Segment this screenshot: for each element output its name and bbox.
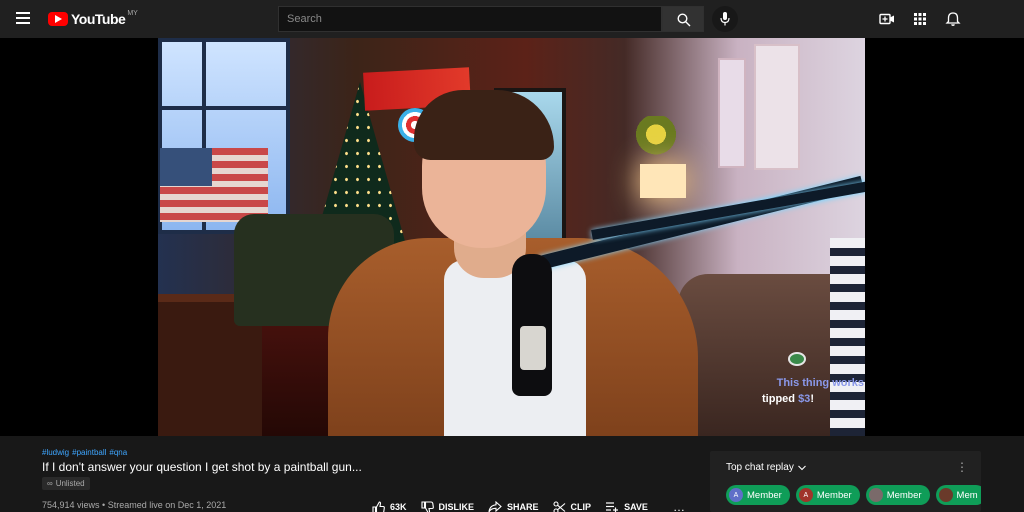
unlisted-badge: ∞ Unlisted xyxy=(42,477,90,490)
member-chip[interactable]: Member xyxy=(865,485,930,505)
youtube-play-icon xyxy=(48,12,68,26)
share-icon xyxy=(488,501,502,512)
chevron-down-icon xyxy=(797,465,806,470)
video-wall-art xyxy=(718,58,746,168)
avatar xyxy=(938,488,953,502)
chat-header-label: Top chat replay xyxy=(726,462,794,473)
chat-mode-dropdown[interactable]: Top chat replay xyxy=(726,462,806,473)
scissors-icon xyxy=(552,500,565,512)
create-video-icon[interactable] xyxy=(879,11,895,27)
overlay-tip-suffix: ! xyxy=(810,393,814,405)
hashtag-link[interactable]: #paintball xyxy=(72,448,106,457)
member-chip[interactable]: A Member xyxy=(726,485,790,505)
member-chip-label: Mem xyxy=(956,489,978,501)
member-chip[interactable]: Mem xyxy=(935,485,981,505)
avatar xyxy=(868,488,883,502)
dislike-button[interactable]: DISLIKE xyxy=(420,500,475,512)
overlay-tip-prefix: tipped xyxy=(762,393,799,405)
chat-more-icon[interactable]: ⋮ xyxy=(956,460,968,474)
link-icon: ∞ xyxy=(47,479,53,488)
video-wall-art xyxy=(754,44,800,170)
chat-replay-panel: Top chat replay ⋮ A Member A Member Memb… xyxy=(710,451,981,512)
save-label: SAVE xyxy=(624,502,648,512)
overlay-tip-amount: $3 xyxy=(798,393,811,405)
more-actions-button[interactable]: … xyxy=(673,500,685,512)
apps-grid-icon[interactable] xyxy=(912,11,928,27)
avatar: A xyxy=(798,488,813,502)
video-player[interactable]: This thing works tipped $3! xyxy=(0,38,1024,436)
overlay-message: This thing works xyxy=(776,377,864,389)
thumbs-down-icon xyxy=(420,500,434,512)
share-label: SHARE xyxy=(507,502,539,512)
dislike-label: DISLIKE xyxy=(438,502,475,512)
search-box xyxy=(278,6,662,32)
video-plant xyxy=(636,116,676,162)
logo-region: MY xyxy=(127,9,138,17)
playlist-add-icon xyxy=(606,502,619,512)
thumbs-up-icon xyxy=(372,500,385,512)
clip-label: CLIP xyxy=(570,502,592,512)
search-icon xyxy=(677,13,691,27)
video-lamp xyxy=(640,164,686,198)
avatar: A xyxy=(729,488,743,502)
like-count: 63K xyxy=(390,502,407,512)
top-bar: YouTube MY xyxy=(0,0,1024,38)
mic-icon xyxy=(720,12,730,26)
member-chip-list: A Member A Member Member Mem xyxy=(726,485,981,507)
hashtag-list: #ludwig #paintball #qna xyxy=(42,448,130,457)
video-frame[interactable]: This thing works tipped $3! xyxy=(158,38,865,436)
clip-button[interactable]: CLIP xyxy=(552,500,592,512)
hashtag-link[interactable]: #qna xyxy=(109,448,127,457)
member-chip-label: Member xyxy=(816,489,852,501)
member-chip-label: Member xyxy=(747,489,782,501)
save-button[interactable]: SAVE xyxy=(605,501,648,512)
member-chip[interactable]: A Member xyxy=(795,485,860,505)
unlisted-label: Unlisted xyxy=(55,479,85,488)
video-mic-sticker xyxy=(520,326,546,370)
video-stats: 754,914 views • Streamed live on Dec 1, … xyxy=(42,500,227,510)
share-button[interactable]: SHARE xyxy=(488,501,539,512)
video-title: If I don't answer your question I get sh… xyxy=(42,460,362,474)
video-actions: 63K DISLIKE SHARE CLIP SAVE xyxy=(372,500,662,512)
overlay-tip: tipped $3! xyxy=(718,393,858,405)
logo-text: YouTube xyxy=(71,11,126,27)
menu-icon[interactable] xyxy=(16,12,30,24)
like-button[interactable]: 63K xyxy=(372,500,407,512)
search-input[interactable] xyxy=(279,7,661,31)
bell-icon[interactable] xyxy=(945,11,961,27)
overlay-avatar xyxy=(788,352,806,366)
hashtag-link[interactable]: #ludwig xyxy=(42,448,69,457)
youtube-logo[interactable]: YouTube MY xyxy=(48,10,138,28)
voice-search-button[interactable] xyxy=(712,6,738,32)
video-flag xyxy=(160,148,268,222)
search-button[interactable] xyxy=(662,6,704,32)
video-microphone xyxy=(512,254,552,396)
video-curtain xyxy=(830,238,865,436)
member-chip-label: Member xyxy=(886,489,922,501)
